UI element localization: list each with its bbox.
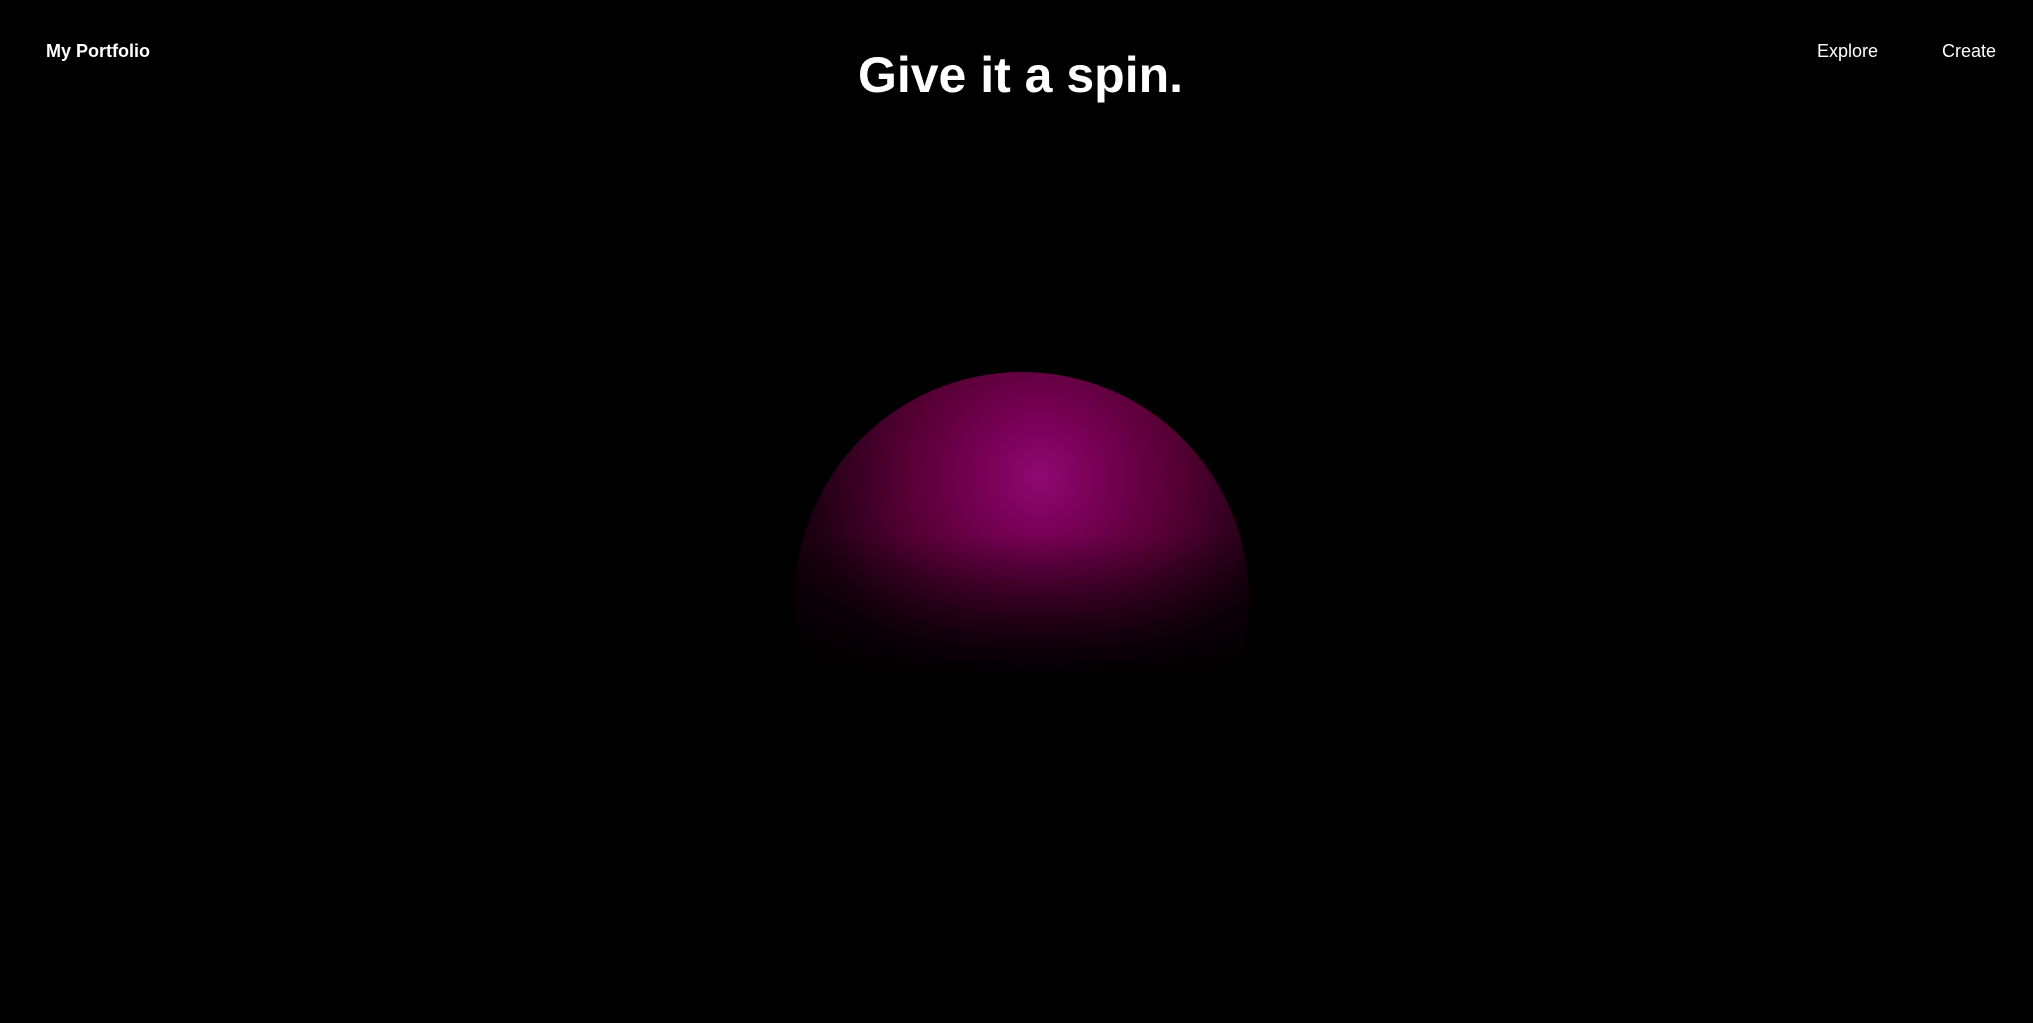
sphere-shadow-fade <box>795 364 1249 674</box>
3d-canvas[interactable] <box>795 364 1249 674</box>
sphere-render <box>795 364 1249 674</box>
page: My Portfolio Explore Create Give it a sp… <box>0 0 2033 1023</box>
hero-headline: Give it a spin. <box>857 47 1184 103</box>
